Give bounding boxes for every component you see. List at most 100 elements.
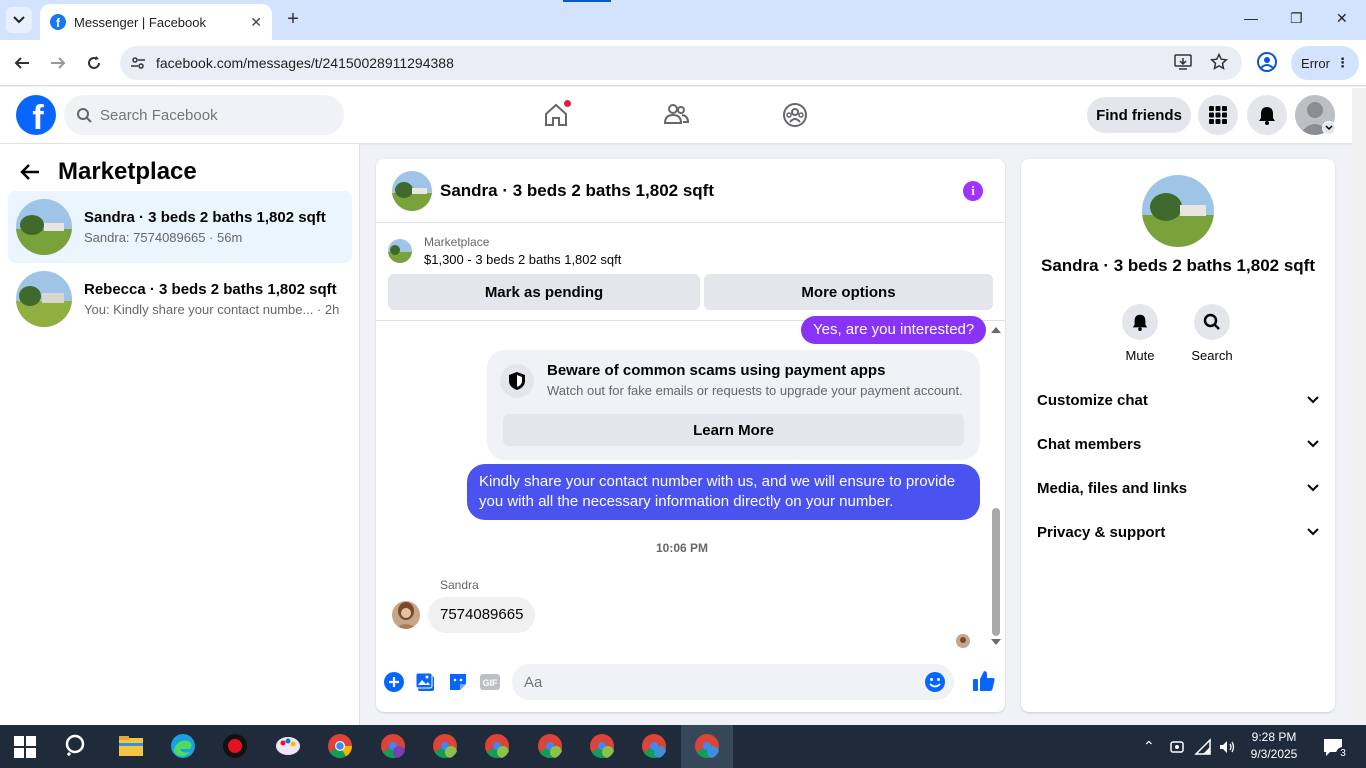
window-close-icon[interactable]: ✕: [1336, 10, 1348, 27]
clock-time: 9:28 PM: [1251, 730, 1297, 744]
listing-thumbnail: [16, 199, 72, 255]
find-friends-button[interactable]: Find friends: [1087, 97, 1191, 133]
camera-icon[interactable]: [1168, 738, 1186, 756]
tab-strip-indicator: [563, 0, 611, 2]
search-input[interactable]: [100, 106, 320, 124]
conversation-name: Rebecca · 3 beds 2 baths 1,802 sqft: [84, 281, 337, 298]
menu-button[interactable]: [1198, 95, 1238, 135]
message-input[interactable]: [524, 673, 904, 691]
listing-thumbnail[interactable]: [1142, 175, 1214, 247]
scroll-up-icon[interactable]: [991, 327, 1001, 333]
back-arrow-icon[interactable]: [20, 163, 40, 181]
chat-scrollbar[interactable]: [990, 323, 1002, 651]
chat-info-panel: Sandra · 3 beds 2 baths 1,802 sqft Mute …: [1021, 159, 1335, 712]
conversation-item[interactable]: Rebecca · 3 beds 2 baths 1,802 sqft You:…: [8, 263, 352, 335]
paint-app-icon[interactable]: [275, 733, 301, 759]
bookmark-star-icon[interactable]: [1210, 53, 1228, 71]
new-tab-button[interactable]: +: [282, 8, 304, 30]
photo-icon[interactable]: [415, 671, 437, 693]
section-label: Customize chat: [1037, 391, 1148, 409]
chrome-icon[interactable]: [327, 733, 353, 759]
edge-browser-icon[interactable]: [170, 733, 196, 759]
page-title: Marketplace: [58, 158, 197, 185]
restore-icon[interactable]: ❐: [1290, 10, 1303, 27]
taskbar-clock[interactable]: 9:28 PM 9/3/2025: [1240, 729, 1308, 763]
sticker-icon[interactable]: [447, 671, 469, 693]
forward-button[interactable]: [46, 51, 70, 75]
tab-title: Messenger | Facebook: [74, 14, 206, 30]
browser-tab-messenger[interactable]: f Messenger | Facebook ✕: [40, 4, 272, 40]
site-settings-icon[interactable]: [130, 55, 146, 71]
plus-circle-icon[interactable]: [383, 671, 405, 693]
reload-button[interactable]: [82, 51, 106, 75]
install-app-icon[interactable]: [1174, 53, 1192, 71]
windows-start-icon[interactable]: [14, 736, 36, 758]
chrome-profile-icon[interactable]: [432, 733, 458, 759]
outgoing-message[interactable]: Yes, are you interested?: [801, 316, 987, 344]
error-menu-button[interactable]: Error ⋮: [1291, 46, 1359, 80]
browser-profile-button[interactable]: [1256, 51, 1278, 78]
notifications-button[interactable]: [1247, 95, 1287, 135]
section-label: Media, files and links: [1037, 479, 1188, 497]
section-label: Chat members: [1037, 435, 1142, 453]
facebook-logo-icon[interactable]: f: [16, 95, 56, 135]
mute-button[interactable]: Mute: [1110, 304, 1170, 363]
thumbs-up-icon[interactable]: [972, 669, 996, 693]
privacy-support-section[interactable]: Privacy & support: [1037, 510, 1319, 554]
chat-header: Sandra · 3 beds 2 baths 1,802 sqft i: [376, 159, 1005, 223]
seen-indicator-avatar: [956, 634, 970, 648]
outgoing-message[interactable]: Kindly share your contact number with us…: [467, 464, 980, 520]
minimize-icon[interactable]: —: [1244, 10, 1258, 26]
windows-taskbar: ⌃ 9:28 PM 9/3/2025 3: [0, 725, 1366, 768]
tab-search-button[interactable]: [6, 7, 32, 33]
mark-as-pending-button[interactable]: Mark as pending: [388, 274, 700, 310]
mute-label: Mute: [1125, 348, 1155, 363]
sender-avatar[interactable]: [392, 601, 420, 629]
emoji-icon[interactable]: [924, 671, 946, 693]
account-circle-icon: [1257, 52, 1277, 72]
chrome-profile-icon[interactable]: [694, 733, 720, 759]
conversation-item[interactable]: Sandra · 3 beds 2 baths 1,802 sqft Sandr…: [8, 191, 352, 263]
message-input-field[interactable]: [512, 664, 954, 700]
groups-icon[interactable]: [781, 101, 809, 129]
reload-icon: [88, 56, 100, 69]
file-explorer-icon[interactable]: [118, 733, 144, 759]
chrome-profile-icon[interactable]: [484, 733, 510, 759]
friends-icon[interactable]: [662, 101, 690, 129]
gif-icon[interactable]: GIF: [479, 671, 501, 693]
url-text: facebook.com/messages/t/2415002891129438…: [156, 55, 454, 71]
svg-text:GIF: GIF: [483, 678, 499, 688]
scroll-down-icon[interactable]: [991, 639, 1001, 645]
marketplace-label: Marketplace: [424, 235, 490, 249]
chrome-profile-icon[interactable]: [641, 733, 667, 759]
chrome-profile-icon[interactable]: [589, 733, 615, 759]
account-chevron[interactable]: [1322, 121, 1336, 135]
page-scrollbar[interactable]: [1352, 88, 1366, 725]
media-files-links-section[interactable]: Media, files and links: [1037, 466, 1319, 510]
back-button[interactable]: [10, 51, 34, 75]
scroll-thumb[interactable]: [992, 508, 1000, 636]
facebook-search[interactable]: [64, 95, 344, 135]
info-icon[interactable]: i: [963, 181, 983, 201]
customize-chat-section[interactable]: Customize chat: [1037, 378, 1319, 422]
clock-date: 9/3/2025: [1250, 747, 1298, 761]
record-app-icon[interactable]: [222, 733, 248, 759]
chat-thumbnail[interactable]: [392, 170, 432, 211]
address-bar[interactable]: facebook.com/messages/t/2415002891129438…: [120, 46, 1242, 80]
volume-icon[interactable]: [1218, 738, 1236, 756]
show-hidden-icons[interactable]: ⌃: [1143, 738, 1155, 755]
chrome-profile-icon[interactable]: [537, 733, 563, 759]
message-timestamp: 10:06 PM: [655, 541, 709, 555]
chat-members-section[interactable]: Chat members: [1037, 422, 1319, 466]
incoming-message[interactable]: 7574089665: [428, 597, 536, 633]
tab-close-icon[interactable]: ✕: [250, 14, 262, 31]
chrome-profile-icon[interactable]: [380, 733, 406, 759]
learn-more-button[interactable]: Learn More: [503, 414, 964, 446]
scam-warning-card: Beware of common scams using payment app…: [487, 350, 980, 460]
marketplace-listing-row[interactable]: Marketplace $1,300 - 3 beds 2 baths 1,80…: [388, 235, 621, 267]
chat-title[interactable]: Sandra · 3 beds 2 baths 1,802 sqft: [440, 181, 714, 201]
search-in-chat-button[interactable]: Search: [1182, 304, 1242, 363]
wifi-icon[interactable]: [1194, 738, 1212, 756]
more-options-button[interactable]: More options: [704, 274, 993, 310]
search-icon[interactable]: [64, 733, 90, 759]
